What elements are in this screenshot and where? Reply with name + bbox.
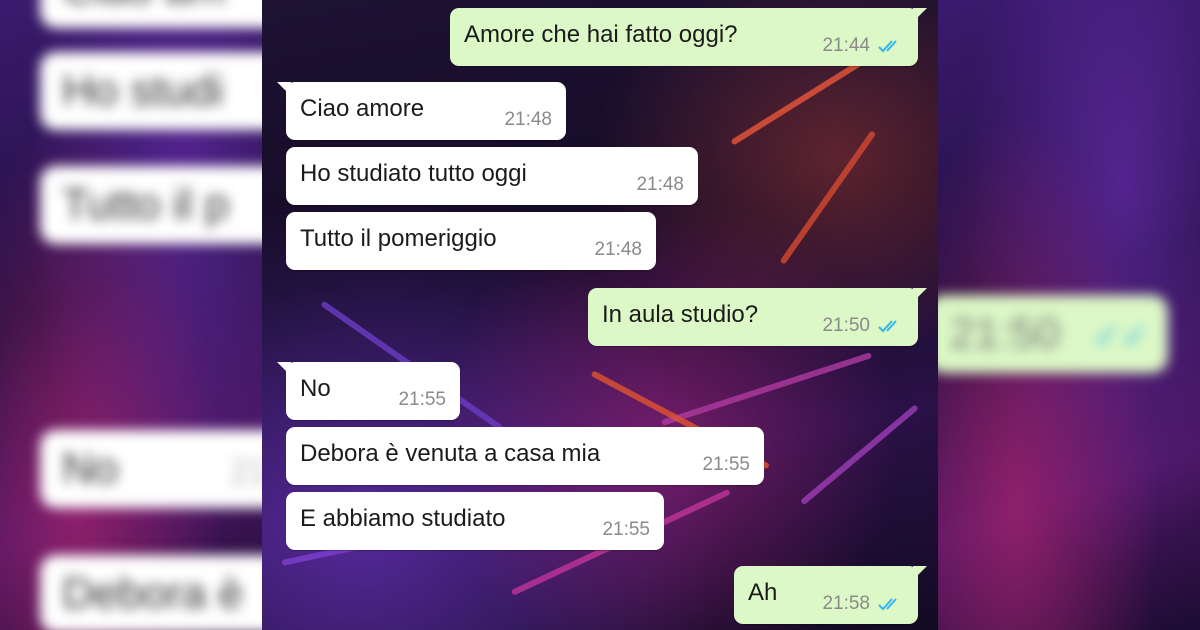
message-bubble-incoming[interactable]: Debora è venuta a casa mia 21:55 [286, 427, 764, 485]
message-time: 21:50 [822, 315, 870, 336]
blurred-bubble-text: No [62, 444, 119, 493]
message-time: 21:48 [504, 109, 552, 130]
blurred-bubble: Debora è [40, 555, 262, 630]
message-time: 21:48 [636, 174, 684, 195]
message-bubble-incoming[interactable]: E abbiamo studiato 21:55 [286, 492, 664, 550]
blurred-bubble: 21:50 ✓✓ [938, 295, 1168, 373]
message-meta: 21:55 [702, 454, 750, 476]
blurred-bubble-text: Tutto il p [62, 180, 230, 229]
message-bubble-outgoing[interactable]: Amore che hai fatto oggi? 21:44 [450, 8, 927, 66]
message-bubble-incoming[interactable]: Ho studiato tutto oggi 21:48 [286, 147, 698, 205]
message-meta: 21:44 [822, 35, 904, 57]
message-text: Debora è venuta a casa mia [300, 440, 601, 467]
message-text: Ho studiato tutto oggi [300, 160, 527, 187]
message-text: Ah [748, 579, 778, 606]
blurred-bubble-text: Debora è [62, 569, 244, 618]
message-meta: 21:50 [822, 315, 904, 337]
message-text: Amore che hai fatto oggi? [464, 21, 738, 48]
blurred-left-panel: Ciao am Ho studi Tutto il p No 21 Debora… [0, 0, 262, 630]
message-text: No [300, 375, 331, 402]
message-meta: 21:55 [398, 389, 446, 411]
message-bubble-outgoing[interactable]: In aula studio? 21:50 [588, 288, 927, 346]
image-canvas: Ciao am Ho studi Tutto il p No 21 Debora… [0, 0, 1200, 630]
blurred-right-panel: 21:50 ✓✓ [938, 0, 1200, 630]
message-meta: 21:55 [602, 519, 650, 541]
blurred-bubble: Ciao am [40, 0, 262, 28]
double-check-icon [878, 40, 897, 53]
blurred-bubble: Tutto il p [40, 166, 262, 244]
double-check-icon: ✓✓ [1092, 318, 1150, 356]
message-bubble-incoming[interactable]: Tutto il pomeriggio 21:48 [286, 212, 656, 270]
blurred-bubble-time: 21 [230, 453, 262, 491]
message-meta: 21:58 [822, 593, 904, 615]
message-bubble-incoming[interactable]: Ciao amore 21:48 [277, 82, 566, 140]
message-meta: 21:48 [594, 239, 642, 261]
message-time: 21:55 [398, 389, 446, 410]
blurred-bubble: No 21 [40, 430, 262, 508]
message-time: 21:55 [602, 519, 650, 540]
message-meta: 21:48 [636, 174, 684, 196]
message-bubble-incoming[interactable]: No 21:55 [277, 362, 460, 420]
double-check-icon [878, 598, 897, 611]
message-time: 21:44 [822, 35, 870, 56]
message-text: Ciao amore [300, 95, 425, 122]
double-check-icon [878, 320, 897, 333]
blurred-bubble: Ho studi [40, 52, 262, 130]
message-text: Tutto il pomeriggio [300, 225, 497, 252]
blurred-bubble-text: Ciao am [62, 0, 226, 13]
message-meta: 21:48 [504, 109, 552, 131]
blurred-bubble-text: Ho studi [62, 66, 224, 115]
message-time: 21:55 [702, 454, 750, 475]
message-text: In aula studio? [602, 301, 759, 328]
message-text: E abbiamo studiato [300, 505, 506, 532]
message-bubble-outgoing[interactable]: Ah 21:58 [734, 566, 927, 624]
blurred-bubble-time: 21:50 [950, 309, 1061, 358]
message-time: 21:48 [594, 239, 642, 260]
message-time: 21:58 [822, 593, 870, 614]
chat-screenshot: Amore che hai fatto oggi? 21:44 Ciao amo… [262, 0, 938, 630]
